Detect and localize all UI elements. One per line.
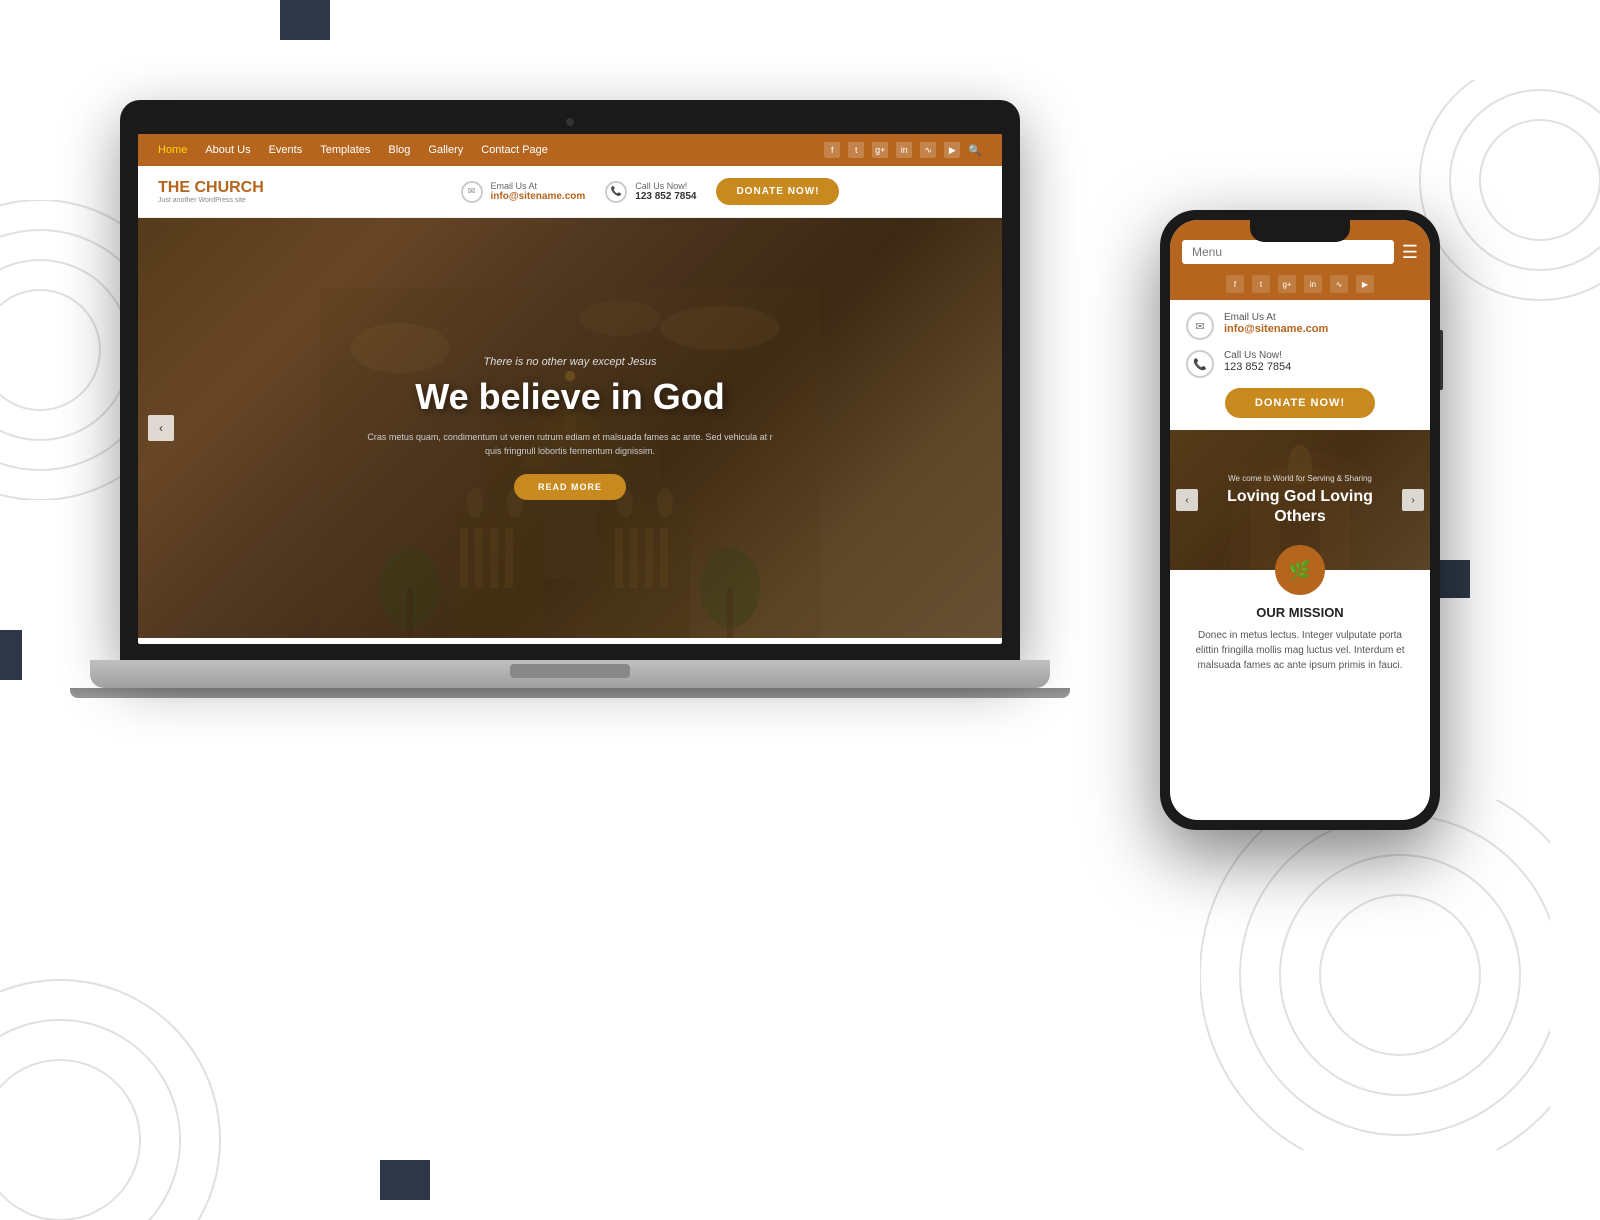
phone-phone-icon: 📞 — [1186, 350, 1214, 378]
social-twitter-icon[interactable]: t — [848, 142, 864, 158]
nav-link-templates[interactable]: Templates — [320, 144, 370, 156]
laptop-screen: Home About Us Events Templates Blog Gall… — [138, 134, 1002, 644]
laptop-social-icons: f t g+ in ∿ ▶ — [824, 142, 960, 158]
logo-tagline: Just another WordPress site — [158, 197, 318, 204]
email-contact-item: ✉ Email Us At info@sitename.com — [461, 181, 586, 203]
laptop-site-header: THE CHURCH Just another WordPress site ✉… — [138, 166, 1002, 218]
email-info: Email Us At info@sitename.com — [491, 181, 586, 202]
phone-email-value: info@sitename.com — [1224, 323, 1328, 335]
laptop-device: Home About Us Events Templates Blog Gall… — [120, 100, 1020, 740]
phone-hero-title: Loving God LovingOthers — [1227, 487, 1373, 525]
phone-email-label: Email Us At — [1224, 312, 1328, 323]
phone-phone-info: Call Us Now! 123 852 7854 — [1224, 350, 1291, 373]
phone-power-button — [1440, 330, 1443, 390]
phone-social-rss[interactable]: ∿ — [1330, 275, 1348, 293]
phone-email-icon: ✉ — [1186, 312, 1214, 340]
phone-label: Call Us Now! — [635, 181, 696, 191]
hero-read-more-button[interactable]: READ MORE — [514, 474, 626, 500]
nav-link-events[interactable]: Events — [269, 144, 303, 156]
social-youtube-icon[interactable]: ▶ — [944, 142, 960, 158]
email-value: info@sitename.com — [491, 191, 586, 202]
laptop-hero-section: There is no other way except Jesus We be… — [138, 218, 1002, 638]
phone-social-youtube[interactable]: ▶ — [1356, 275, 1374, 293]
nav-link-contact[interactable]: Contact Page — [481, 144, 548, 156]
phone-donate-button[interactable]: DONATE NOW! — [1225, 388, 1375, 418]
dark-square-bottom — [380, 1160, 430, 1200]
logo-text: THE CHURCH — [158, 179, 318, 197]
phone-social-twitter[interactable]: t — [1252, 275, 1270, 293]
laptop-donate-button[interactable]: DONATE NOW! — [716, 178, 839, 205]
phone-device: ☰ f t g+ in ∿ ▶ ✉ Email Us At info@siten… — [1160, 210, 1440, 850]
social-rss-icon[interactable]: ∿ — [920, 142, 936, 158]
phone-screen: ☰ f t g+ in ∿ ▶ ✉ Email Us At info@siten… — [1170, 220, 1430, 820]
laptop-logo: THE CHURCH Just another WordPress site — [158, 179, 318, 204]
circles-right-bottom — [1200, 800, 1550, 1150]
phone-social-google[interactable]: g+ — [1278, 275, 1296, 293]
phone-contact-item: 📞 Call Us Now! 123 852 7854 — [605, 181, 696, 203]
phone-hero-prev-arrow[interactable]: ‹ — [1176, 489, 1198, 511]
phone-mission-title: OUR MISSION — [1186, 605, 1414, 620]
phone-body: ☰ f t g+ in ∿ ▶ ✉ Email Us At info@siten… — [1160, 210, 1440, 830]
phone-email-info: Email Us At info@sitename.com — [1224, 312, 1328, 335]
social-facebook-icon[interactable]: f — [824, 142, 840, 158]
hero-content: There is no other way except Jesus We be… — [138, 218, 1002, 638]
hero-prev-arrow[interactable]: ‹ — [148, 415, 174, 441]
laptop-base — [90, 660, 1050, 688]
nav-link-blog[interactable]: Blog — [388, 144, 410, 156]
phone-notch — [1250, 220, 1350, 242]
phone-social-bar: f t g+ in ∿ ▶ — [1170, 268, 1430, 300]
laptop-nav-bar: Home About Us Events Templates Blog Gall… — [138, 134, 1002, 166]
phone-icon: 📞 — [605, 181, 627, 203]
hero-title: We believe in God — [415, 376, 724, 418]
hero-subtitle: There is no other way except Jesus — [483, 356, 656, 368]
nav-link-gallery[interactable]: Gallery — [428, 144, 463, 156]
laptop-foot — [70, 688, 1070, 698]
nav-search-icon[interactable]: 🔍 — [968, 144, 982, 157]
phone-phone-value: 123 852 7854 — [1224, 361, 1291, 373]
phone-mission-description: Donec in metus lectus. Integer vulputate… — [1186, 628, 1414, 673]
phone-menu-input[interactable] — [1182, 240, 1394, 264]
phone-info: Call Us Now! 123 852 7854 — [635, 181, 696, 202]
social-google-icon[interactable]: g+ — [872, 142, 888, 158]
mission-leaf-icon: 🌿 — [1289, 560, 1311, 581]
phone-hero-subtitle: We come to World for Serving & Sharing — [1228, 474, 1372, 483]
phone-social-facebook[interactable]: f — [1226, 275, 1244, 293]
email-label: Email Us At — [491, 181, 586, 191]
social-linkedin-icon[interactable]: in — [896, 142, 912, 158]
nav-link-about[interactable]: About Us — [205, 144, 250, 156]
laptop-body: Home About Us Events Templates Blog Gall… — [120, 100, 1020, 660]
nav-link-home[interactable]: Home — [158, 144, 187, 156]
circles-bottom-left — [0, 940, 260, 1220]
email-icon: ✉ — [461, 181, 483, 203]
logo-church: CHURCH — [194, 179, 263, 196]
dark-square-left — [0, 630, 22, 680]
phone-phone-item: 📞 Call Us Now! 123 852 7854 — [1186, 350, 1414, 378]
hero-description: Cras metus quam, condimentum ut venen ru… — [360, 430, 780, 459]
phone-email-item: ✉ Email Us At info@sitename.com — [1186, 312, 1414, 340]
phone-hero-next-arrow[interactable]: › — [1402, 489, 1424, 511]
laptop-header-contact: ✉ Email Us At info@sitename.com 📞 Call U… — [318, 178, 982, 205]
laptop-nav-links: Home About Us Events Templates Blog Gall… — [158, 144, 824, 156]
phone-phone-label: Call Us Now! — [1224, 350, 1291, 361]
phone-contact-section: ✉ Email Us At info@sitename.com 📞 Call U… — [1170, 300, 1430, 430]
phone-mission-icon: 🌿 — [1275, 545, 1325, 595]
phone-hamburger-icon[interactable]: ☰ — [1402, 242, 1418, 263]
laptop-camera — [566, 118, 574, 126]
dark-square-top — [280, 0, 330, 40]
phone-value: 123 852 7854 — [635, 191, 696, 202]
logo-the: THE — [158, 179, 194, 196]
phone-social-linkedin[interactable]: in — [1304, 275, 1322, 293]
